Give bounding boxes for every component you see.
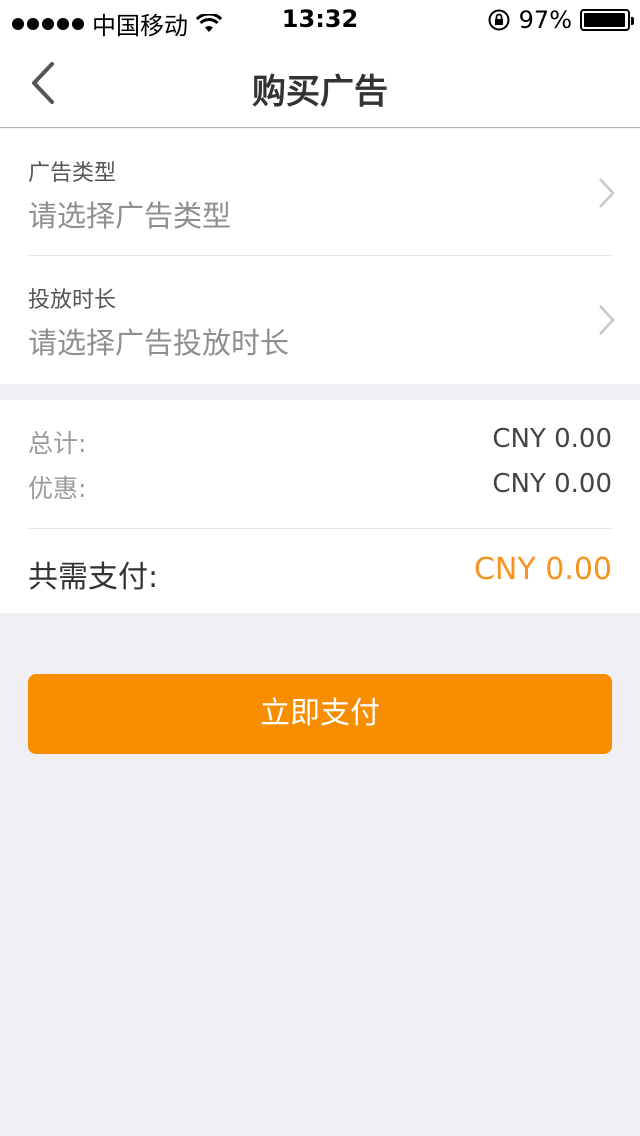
ad-type-label: 广告类型 <box>28 161 117 186</box>
subtotal-line: 总计: CNY 0.00 <box>28 424 612 460</box>
subtotal-value: CNY 0.00 <box>492 424 612 454</box>
discount-label: 优惠: <box>28 474 87 503</box>
battery-fill <box>584 13 625 27</box>
chevron-right-icon <box>599 305 615 335</box>
status-right: 97% <box>487 6 634 34</box>
battery-percent: 97% <box>518 6 572 34</box>
duration-placeholder: 请选择广告投放时长 <box>28 326 290 360</box>
subtotal-label: 总计: <box>28 429 87 458</box>
rotation-lock-icon <box>488 9 510 31</box>
ad-options-card: 广告类型 请选择广告类型 投放时长 请选择广告投放时长 <box>0 129 640 384</box>
battery-icon <box>580 9 634 31</box>
summary-divider <box>28 528 612 529</box>
total-value: CNY 0.00 <box>473 552 612 587</box>
ad-type-row[interactable]: 广告类型 请选择广告类型 <box>28 129 615 256</box>
duration-label: 投放时长 <box>28 288 117 313</box>
total-line: 共需支付: CNY 0.00 <box>28 552 612 595</box>
discount-line: 优惠: CNY 0.00 <box>28 469 612 505</box>
navigation-bar: 购买广告 <box>0 40 640 128</box>
pay-now-button[interactable]: 立即支付 <box>28 674 612 754</box>
page-title: 购买广告 <box>252 72 388 112</box>
total-label: 共需支付: <box>28 560 159 595</box>
status-bar: 中国移动 13:32 97% <box>0 0 640 40</box>
duration-row[interactable]: 投放时长 请选择广告投放时长 <box>28 256 615 383</box>
ad-type-placeholder: 请选择广告类型 <box>28 199 232 233</box>
price-summary-card: 总计: CNY 0.00 优惠: CNY 0.00 共需支付: CNY 0.00 <box>0 400 640 613</box>
chevron-right-icon <box>599 178 615 208</box>
discount-value: CNY 0.00 <box>492 469 612 499</box>
